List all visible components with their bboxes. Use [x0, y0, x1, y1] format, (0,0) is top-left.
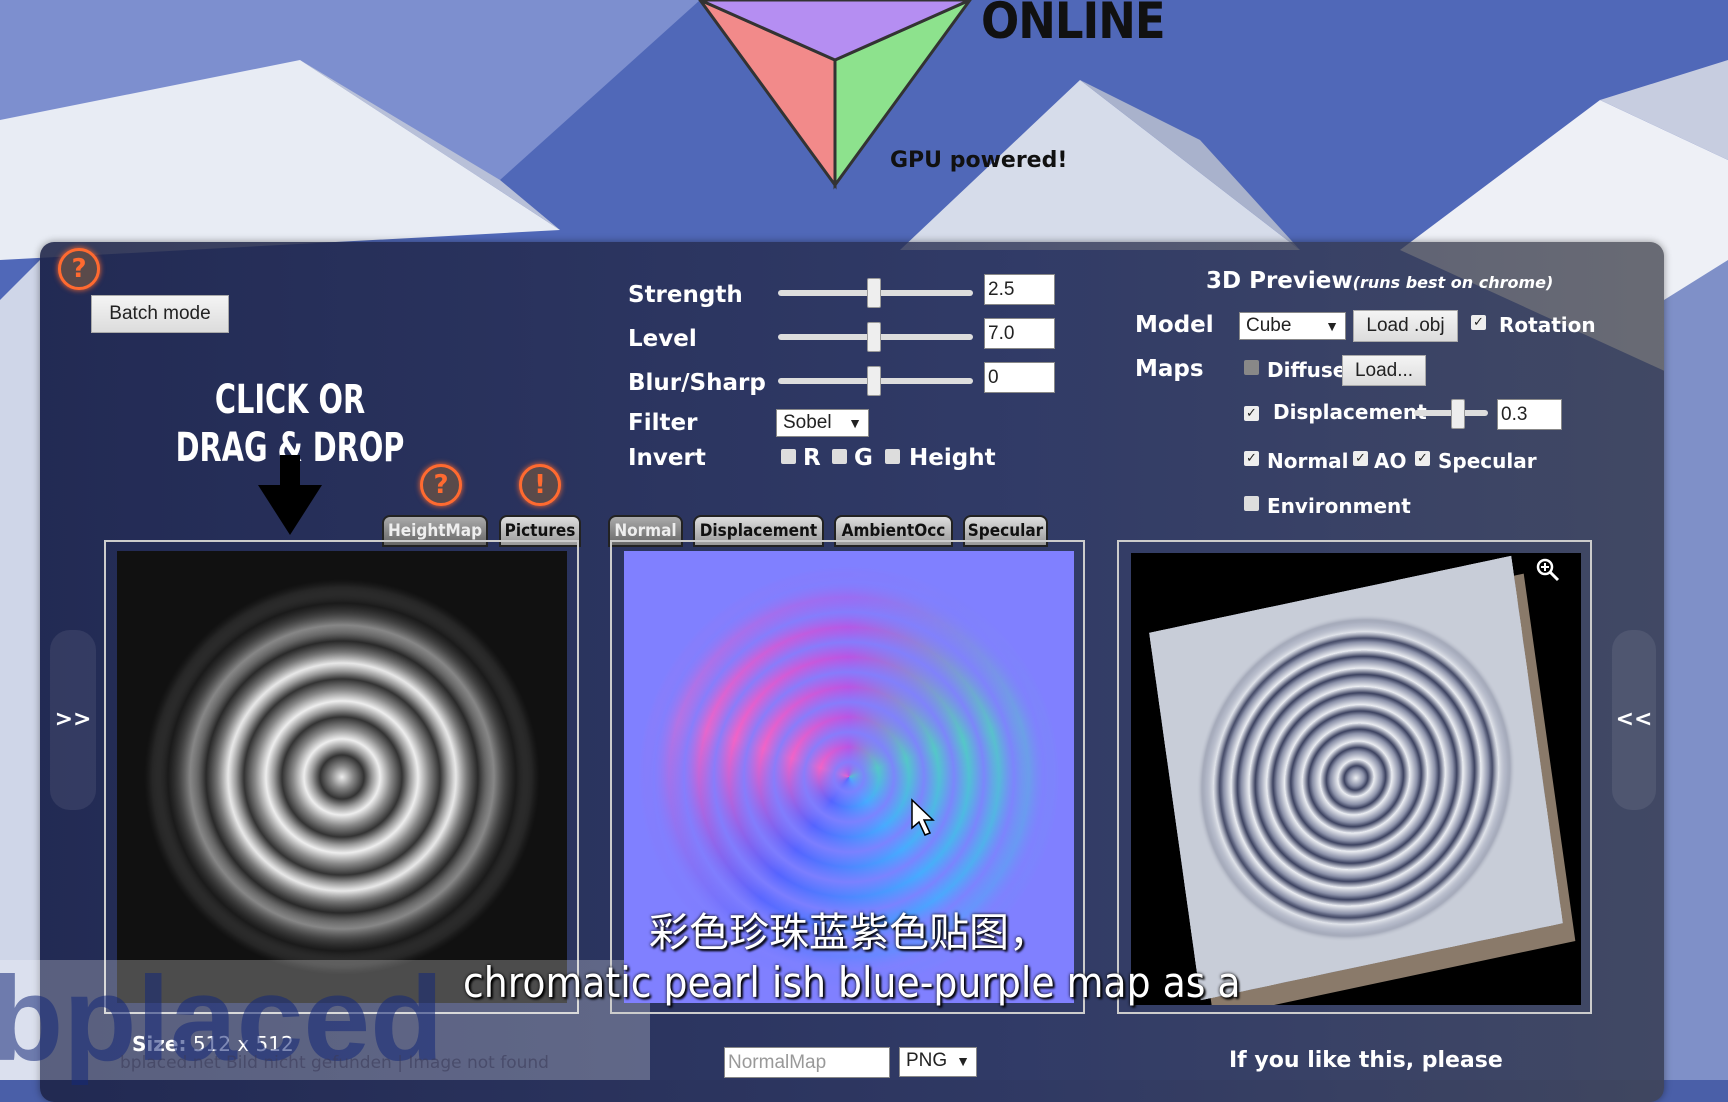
ao-checkbox[interactable]: ✓ — [1353, 451, 1368, 466]
rotation-label: Rotation — [1499, 313, 1596, 337]
specular-label: Specular — [1438, 449, 1537, 473]
help-icon-heightmap[interactable]: ? — [420, 464, 462, 506]
expand-left-button[interactable]: >> — [50, 630, 96, 810]
subtitle-english: chromatic pearl ish blue-purple map as a — [463, 958, 1241, 1007]
filename-input[interactable]: NormalMap — [724, 1047, 890, 1078]
invert-label: Invert — [628, 445, 706, 471]
format-select[interactable]: PNG ▼ — [899, 1047, 977, 1077]
displacement-slider-thumb[interactable] — [1451, 399, 1465, 429]
level-slider-thumb[interactable] — [867, 322, 881, 352]
load-diffuse-button[interactable]: Load... — [1342, 355, 1426, 386]
specular-checkbox[interactable]: ✓ — [1415, 451, 1430, 466]
drop-text-line1: CLICK OR — [214, 377, 366, 423]
logo-word: ONLINE — [981, 0, 1166, 50]
diffuse-label: Diffuse — [1267, 358, 1347, 382]
collapse-right-button[interactable]: << — [1612, 630, 1656, 810]
load-obj-button[interactable]: Load .obj — [1353, 310, 1458, 342]
help-icon[interactable]: ? — [58, 248, 100, 290]
filter-select[interactable]: Sobel ▼ — [776, 409, 869, 437]
displacement-label: Displacement — [1273, 400, 1427, 424]
invert-g-label: G — [854, 445, 873, 471]
invert-r-checkbox[interactable] — [781, 449, 796, 464]
level-label: Level — [628, 326, 697, 352]
preview-title-text: 3D Preview — [1206, 268, 1353, 294]
preview-subtitle: (runs best on chrome) — [1352, 273, 1554, 292]
tagline: GPU powered! — [890, 148, 1068, 173]
filter-label: Filter — [628, 410, 698, 436]
blur-sharp-input[interactable]: 0 — [984, 362, 1055, 393]
strength-input[interactable]: 2.5 — [984, 274, 1055, 305]
invert-height-label: Height — [909, 445, 996, 471]
model-value: Cube — [1246, 315, 1292, 336]
ad-text: bplaced.net Bild nicht gefunden | Image … — [120, 1053, 549, 1073]
format-value: PNG — [906, 1050, 948, 1071]
displacement-checkbox[interactable]: ✓ — [1244, 406, 1259, 421]
like-text: If you like this, please — [1229, 1048, 1503, 1073]
dropdown-arrow-icon: ▼ — [956, 1053, 970, 1069]
ao-label: AO — [1374, 449, 1407, 473]
magnifier-plus-icon[interactable] — [1535, 557, 1561, 583]
strength-slider-thumb[interactable] — [867, 278, 881, 308]
preview-title: 3D Preview(runs best on chrome) — [1206, 268, 1553, 294]
batch-mode-button[interactable]: Batch mode — [91, 295, 229, 333]
displacement-input[interactable]: 0.3 — [1497, 399, 1562, 430]
rotation-checkbox[interactable]: ✓ — [1471, 315, 1486, 330]
invert-r-label: R — [803, 445, 821, 471]
diffuse-checkbox[interactable] — [1244, 360, 1259, 375]
dropdown-arrow-icon: ▼ — [1325, 318, 1339, 334]
subtitle-chinese: 彩色珍珠蓝紫色贴图， — [649, 910, 1049, 956]
filter-value: Sobel — [783, 412, 832, 433]
arrow-down-icon — [258, 455, 322, 535]
blur-sharp-label: Blur/Sharp — [628, 370, 766, 396]
model-label: Model — [1135, 312, 1214, 338]
model-select[interactable]: Cube ▼ — [1239, 312, 1346, 340]
maps-label: Maps — [1135, 356, 1204, 382]
dropdown-arrow-icon: ▼ — [848, 415, 862, 431]
strength-label: Strength — [628, 282, 743, 308]
invert-height-checkbox[interactable] — [885, 449, 900, 464]
normal-label: Normal — [1267, 449, 1349, 473]
blur-sharp-slider-thumb[interactable] — [867, 366, 881, 396]
invert-g-checkbox[interactable] — [832, 449, 847, 464]
mouse-cursor-icon — [911, 798, 935, 836]
normal-checkbox[interactable]: ✓ — [1244, 451, 1259, 466]
warning-icon-pictures[interactable]: ! — [519, 464, 561, 506]
environment-label: Environment — [1267, 494, 1411, 518]
level-input[interactable]: 7.0 — [984, 318, 1055, 349]
environment-checkbox[interactable] — [1244, 496, 1259, 511]
